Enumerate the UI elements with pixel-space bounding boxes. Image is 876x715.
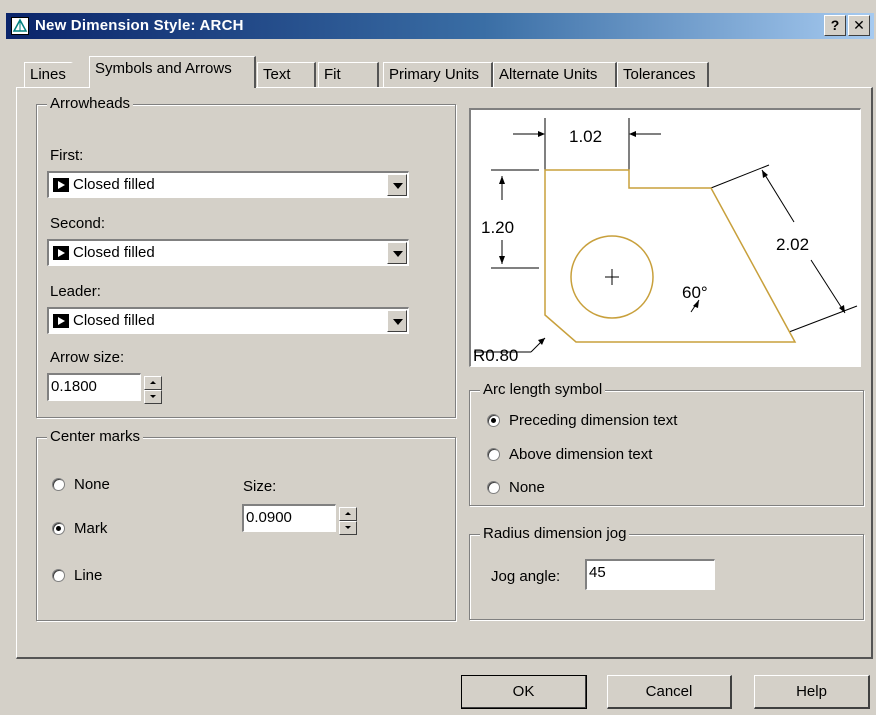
tab-tolerances[interactable]: Tolerances xyxy=(617,62,709,87)
arc-preceding-label: Preceding dimension text xyxy=(509,412,678,429)
center-marks-legend: Center marks xyxy=(47,428,144,446)
first-arrowhead-value: Closed filled xyxy=(73,176,155,193)
tab-alternate-units[interactable]: Alternate Units xyxy=(493,62,617,87)
tab-lines[interactable]: Lines xyxy=(24,62,73,87)
leader-arrowhead-value: Closed filled xyxy=(73,312,155,329)
radio-button-icon xyxy=(487,414,500,427)
radio-button-icon xyxy=(52,522,65,535)
center-mark-line-label: Line xyxy=(74,567,103,584)
tab-symbols-and-arrows[interactable]: Symbols and Arrows xyxy=(89,56,256,88)
chevron-down-icon[interactable] xyxy=(387,310,407,332)
jog-angle-input[interactable]: 45 xyxy=(585,559,715,590)
center-mark-mark-label: Mark xyxy=(74,520,108,537)
tab-fit[interactable]: Fit xyxy=(318,62,379,87)
arc-length-legend: Arc length symbol xyxy=(480,381,606,399)
preview-dim-right: 2.02 xyxy=(776,235,809,254)
leader-label: Leader: xyxy=(50,283,101,300)
title-bar: New Dimension Style: ARCH ? ✕ xyxy=(6,13,874,39)
center-mark-none-label: None xyxy=(74,476,110,493)
radius-jog-legend: Radius dimension jog xyxy=(480,525,630,543)
leader-arrowhead-select[interactable]: Closed filled xyxy=(47,307,409,334)
tab-primary-units[interactable]: Primary Units xyxy=(383,62,493,87)
closed-filled-arrow-icon xyxy=(53,178,69,192)
center-size-input[interactable]: 0.0900 xyxy=(242,504,336,532)
second-arrowhead-value: Closed filled xyxy=(73,244,155,261)
second-label: Second: xyxy=(50,215,106,232)
spin-down-icon[interactable] xyxy=(144,390,162,404)
first-label: First: xyxy=(50,147,84,164)
chevron-down-icon[interactable] xyxy=(387,242,407,264)
spin-up-icon[interactable] xyxy=(144,376,162,390)
ok-button[interactable]: OK xyxy=(461,675,587,709)
center-size-label: Size: xyxy=(243,478,277,495)
radio-button-icon xyxy=(487,481,500,494)
arc-none-label: None xyxy=(509,479,545,496)
arc-above-label: Above dimension text xyxy=(509,446,653,463)
preview-dim-angle: 60° xyxy=(682,283,708,302)
radio-button-icon xyxy=(487,448,500,461)
preview-dim-radius: R0.80 xyxy=(473,346,518,365)
closed-filled-arrow-icon xyxy=(53,314,69,328)
radio-button-icon xyxy=(52,478,65,491)
preview-dim-left: 1.20 xyxy=(481,218,514,237)
cancel-button[interactable]: Cancel xyxy=(607,675,732,709)
arrow-size-input[interactable]: 0.1800 xyxy=(47,373,141,401)
tab-text[interactable]: Text xyxy=(257,62,316,87)
dimension-preview: 1.02 1.20 2.02 60° R0.80 xyxy=(469,108,861,367)
dimension-style-icon xyxy=(11,17,29,35)
help-button[interactable]: Help xyxy=(754,675,870,709)
help-title-button[interactable]: ? xyxy=(824,15,846,36)
arrow-size-label: Arrow size: xyxy=(50,349,125,366)
chevron-down-icon[interactable] xyxy=(387,174,407,196)
jog-angle-label: Jog angle: xyxy=(491,568,561,585)
radio-button-icon xyxy=(52,569,65,582)
close-button[interactable]: ✕ xyxy=(848,15,870,36)
spin-down-icon[interactable] xyxy=(339,521,357,535)
window-title: New Dimension Style: ARCH xyxy=(35,17,244,34)
preview-drawing: 1.02 1.20 2.02 60° R0.80 xyxy=(473,118,858,365)
arrow-size-stepper[interactable] xyxy=(144,376,162,404)
second-arrowhead-select[interactable]: Closed filled xyxy=(47,239,409,266)
dialog-window: New Dimension Style: ARCH ? ✕ Lines Symb… xyxy=(0,0,876,715)
spin-up-icon[interactable] xyxy=(339,507,357,521)
first-arrowhead-select[interactable]: Closed filled xyxy=(47,171,409,198)
preview-dim-top: 1.02 xyxy=(569,127,602,146)
closed-filled-arrow-icon xyxy=(53,246,69,260)
center-size-stepper[interactable] xyxy=(339,507,357,535)
arrowheads-legend: Arrowheads xyxy=(47,95,134,113)
